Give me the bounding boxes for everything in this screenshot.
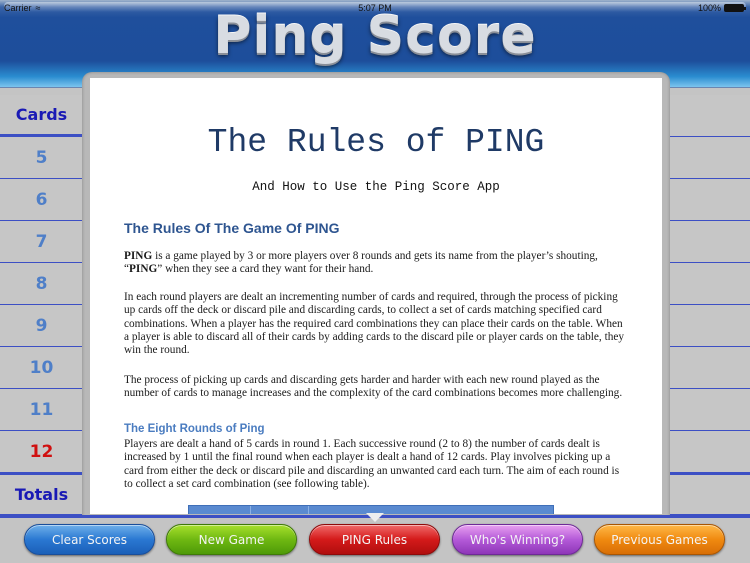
table-header-cell xyxy=(189,506,251,514)
active-tab-pointer-icon xyxy=(366,513,384,522)
total-cell xyxy=(669,473,750,515)
score-cell[interactable] xyxy=(669,431,750,473)
totals-label: Totals xyxy=(0,473,83,515)
doc-subtitle: And How to Use the Ping Score App xyxy=(252,180,500,194)
cards-header: Cards xyxy=(0,95,83,137)
score-cell[interactable] xyxy=(669,305,750,347)
previous-games-button[interactable]: Previous Games xyxy=(594,524,725,555)
cards-column: Cards 5 6 7 8 9 10 11 12 Totals xyxy=(0,95,84,515)
score-cell[interactable] xyxy=(669,263,750,305)
new-game-button[interactable]: New Game xyxy=(166,524,297,555)
player-score-column xyxy=(668,95,750,515)
bold-ping: PING xyxy=(124,250,153,262)
table-header-cell xyxy=(309,506,553,514)
player-header-cell[interactable] xyxy=(669,95,750,137)
rules-document[interactable]: The Rules of PING And How to Use the Pin… xyxy=(90,78,662,514)
table-header-cell xyxy=(251,506,309,514)
paragraph-eight-rounds: Players are dealt a hand of 5 cards in r… xyxy=(124,438,620,490)
app-title: Ping Score xyxy=(213,6,537,66)
ping-rules-button[interactable]: PING Rules xyxy=(309,524,440,555)
section-heading-eight-rounds: The Eight Rounds of Ping xyxy=(124,423,265,435)
whos-winning-button[interactable]: Who's Winning? xyxy=(452,524,583,555)
section-heading-rules: The Rules Of The Game Of PING xyxy=(124,220,340,236)
clear-scores-button[interactable]: Clear Scores xyxy=(24,524,155,555)
round-row[interactable]: 6 xyxy=(0,179,83,221)
round-row[interactable]: 9 xyxy=(0,305,83,347)
bold-ping-quote: PING xyxy=(129,263,158,276)
score-cell[interactable] xyxy=(669,179,750,221)
app-root: Carrier ≈ 5:07 PM 100% Ping Score Cards 5… xyxy=(0,0,750,563)
round-row[interactable]: 10 xyxy=(0,347,83,389)
score-cell[interactable] xyxy=(669,389,750,431)
round-row[interactable]: 7 xyxy=(0,221,83,263)
round-row[interactable]: 5 xyxy=(0,137,83,179)
paragraph-difficulty: The process of picking up cards and disc… xyxy=(124,374,623,400)
intro-text-2: ” when they see a card they want for the… xyxy=(157,263,374,276)
bottom-toolbar: Clear Scores New Game PING Rules Who's W… xyxy=(0,518,750,563)
doc-title: The Rules of PING xyxy=(207,124,545,161)
round-row[interactable]: 11 xyxy=(0,389,83,431)
paragraph-intro: PING is a game played by 3 or more playe… xyxy=(124,250,628,277)
round-row-current[interactable]: 12 xyxy=(0,431,83,473)
round-row[interactable]: 8 xyxy=(0,263,83,305)
paragraph-rounds: In each round players are dealt an incre… xyxy=(124,291,625,357)
score-cell[interactable] xyxy=(669,221,750,263)
score-cell[interactable] xyxy=(669,137,750,179)
score-cell[interactable] xyxy=(669,347,750,389)
